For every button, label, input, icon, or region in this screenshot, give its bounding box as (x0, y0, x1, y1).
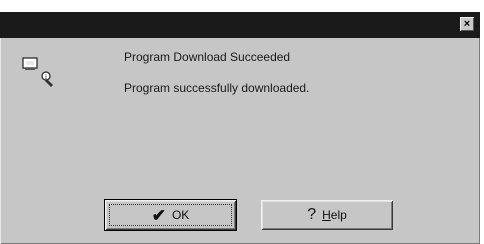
focus-rectangle (109, 204, 232, 226)
computer-info-icon: i (22, 57, 53, 87)
close-button[interactable]: × (460, 17, 474, 31)
checkmark-icon: ✔ (151, 205, 166, 225)
question-icon: ? (307, 206, 317, 223)
message-title: Program Download Succeeded (124, 50, 291, 64)
download-dialog: × i Program Download Succeeded Program s… (0, 12, 480, 244)
help-button[interactable]: ? Help (261, 200, 393, 230)
ok-label: OK (171, 208, 190, 222)
help-label-mnemonic: H (322, 208, 331, 222)
help-label-rest: elp (330, 208, 347, 222)
title-bar: × (0, 12, 480, 38)
message-body: Program successfully downloaded. (124, 81, 310, 95)
help-label: Help (322, 208, 347, 222)
ok-button[interactable]: ✔ OK (104, 199, 237, 231)
